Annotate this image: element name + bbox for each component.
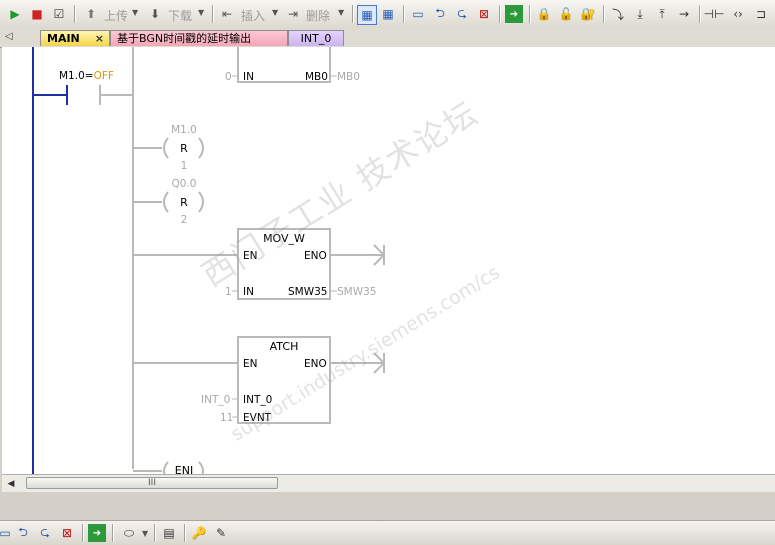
mov-b-in-pin: IN [243, 71, 254, 83]
scroll-left-icon[interactable]: ◀ [4, 477, 18, 490]
main-toolbar: ▶ ■ ☑ ⬆ 上传 ▼ ⬇ 下载 ▼ ⇤ 插入 ▼ ⇥ 删除 ▼ ▦ ▦ ▭ … [0, 0, 775, 30]
coil2-count: 2 [181, 214, 188, 226]
scrollbar-grip: III [148, 478, 156, 488]
ladder-svg: M1.0=OFF 0 IN MB0 MB0 M1.0 R 1 Q0.0 R 2 … [32, 47, 386, 474]
download-arrow-icon[interactable]: ⬇ [146, 5, 164, 23]
toolbar-separator [82, 524, 84, 542]
bottom-back-icon[interactable]: ⮌ [14, 524, 32, 542]
ladder-box-icon[interactable]: ▭ [409, 5, 427, 23]
insert-button-label[interactable]: 插入 [241, 7, 265, 24]
tab-strip: ◁ MAIN × 基于BGN时间戳的延时输出 INT_0 [0, 29, 775, 48]
mov-b-out-value: MB0 [337, 71, 360, 83]
tab-main-label: MAIN [47, 32, 80, 45]
tab-scroll-left-icon[interactable]: ◁ [5, 31, 13, 42]
coil2-address: Q0.0 [172, 178, 197, 190]
insert-icon[interactable]: ⇤ [218, 5, 236, 23]
scrollbar-thumb[interactable]: III [26, 477, 278, 489]
horizontal-scrollbar[interactable]: ◀ III [2, 474, 775, 492]
tab-bgn-delay[interactable]: 基于BGN时间戳的延时输出 [110, 30, 288, 46]
ladder-back-icon[interactable]: ⮌ [431, 5, 449, 23]
mov-w-out-pin: SMW35 [288, 286, 327, 298]
mov-w-out-value: SMW35 [337, 286, 376, 298]
stop-icon[interactable]: ■ [28, 5, 46, 23]
atch-title: ATCH [270, 340, 299, 353]
lock-add-icon[interactable]: 🔐 [579, 5, 597, 23]
toolbar-separator [74, 5, 76, 23]
ladder-forward-icon[interactable]: ⮎ [453, 5, 471, 23]
coil2-letter: R [180, 196, 188, 209]
toolbar-separator [212, 5, 214, 23]
bottom-forward-icon[interactable]: ⮎ [36, 524, 54, 542]
toolbar-separator [352, 5, 354, 23]
delete-button-label[interactable]: 删除 [306, 7, 330, 24]
goto-icon[interactable]: ➔ [505, 5, 523, 23]
line-branch-icon[interactable]: ⤓ [631, 5, 649, 23]
delete-dropdown-icon[interactable]: ▼ [338, 8, 344, 17]
toolbar-separator [499, 5, 501, 23]
tab-int0[interactable]: INT_0 [288, 30, 344, 46]
tab-bgn-delay-label: 基于BGN时间戳的延时输出 [117, 32, 252, 45]
contact-icon[interactable]: ⊣⊢ [704, 5, 725, 23]
eni-right [198, 461, 204, 474]
mov-w-in-pin: IN [243, 286, 254, 298]
bottom-key-icon[interactable]: 🔑 [190, 524, 208, 542]
coil2-left [163, 191, 169, 213]
upload-button-label[interactable]: 上传 [104, 7, 128, 24]
ladder-editor[interactable]: M1.0=OFF 0 IN MB0 MB0 M1.0 R 1 Q0.0 R 2 … [2, 47, 775, 474]
bottom-tag-icon[interactable]: ⬭ [118, 524, 140, 542]
bottom-goto-icon[interactable]: ➔ [88, 524, 106, 542]
network-select-icon[interactable]: ▦ [357, 5, 377, 25]
upload-dropdown-icon[interactable]: ▼ [132, 8, 138, 17]
atch-evnt-value: 11 [220, 412, 233, 424]
bottom-tag-dropdown-icon[interactable]: ▼ [142, 529, 148, 538]
coil1-count: 1 [181, 160, 188, 172]
coil1-letter: R [180, 142, 188, 155]
tab-main[interactable]: MAIN × [40, 30, 110, 46]
eni-label: ENI [175, 464, 193, 474]
compile-icon[interactable]: ☑ [50, 5, 68, 23]
unlock-icon[interactable]: 🔓 [557, 5, 575, 23]
eni-left [163, 461, 169, 474]
toolbar-separator [154, 524, 156, 542]
line-down-icon[interactable]: ⤵ [609, 5, 627, 23]
mov-b-in-value: 0 [225, 71, 232, 83]
toolbar-separator [529, 5, 531, 23]
toolbar-separator [112, 524, 114, 542]
close-icon[interactable]: × [95, 31, 104, 47]
line-up-icon[interactable]: ⤒ [653, 5, 671, 23]
coil1-address: M1.0 [171, 124, 197, 136]
upload-arrow-icon[interactable]: ⬆ [82, 5, 100, 23]
toolbar-separator [699, 5, 701, 23]
ladder-clear-icon[interactable]: ⊠ [475, 5, 493, 23]
toolbar-separator [403, 5, 405, 23]
toolbar-separator [603, 5, 605, 23]
atch-int-value: INT_0 [201, 394, 230, 406]
toolbar-separator [184, 524, 186, 542]
insert-dropdown-icon[interactable]: ▼ [272, 8, 278, 17]
bottom-edit-icon[interactable]: ✎ [212, 524, 230, 542]
coil1-left [163, 137, 169, 159]
lock-icon[interactable]: 🔒 [535, 5, 553, 23]
mov-b-out-pin: MB0 [305, 71, 328, 83]
bottom-clear-icon[interactable]: ⊠ [58, 524, 76, 542]
download-dropdown-icon[interactable]: ▼ [198, 8, 204, 17]
mov-w-eno: ENO [304, 250, 327, 262]
line-right-icon[interactable]: → [675, 5, 693, 23]
run-icon[interactable]: ▶ [6, 5, 24, 23]
contact-address-label: M1.0=OFF [59, 70, 114, 82]
bottom-box-icon[interactable]: ▭ [0, 524, 14, 542]
box-icon[interactable]: ⊐ [752, 5, 770, 23]
tab-int0-label: INT_0 [300, 32, 332, 45]
bottom-table-icon[interactable]: ▤ [160, 524, 178, 542]
delete-icon[interactable]: ⇥ [284, 5, 302, 23]
coil1-right [198, 137, 204, 159]
download-button-label[interactable]: 下载 [168, 7, 192, 24]
bottom-toolbar: ▭ ⮌ ⮎ ⊠ ➔ ⬭ ▼ ▤ 🔑 ✎ [0, 520, 775, 545]
coil2-right [198, 191, 204, 213]
network-view-icon[interactable]: ▦ [379, 5, 397, 23]
atch-en: EN [243, 358, 258, 370]
coil-icon[interactable]: ‹› [729, 5, 747, 23]
